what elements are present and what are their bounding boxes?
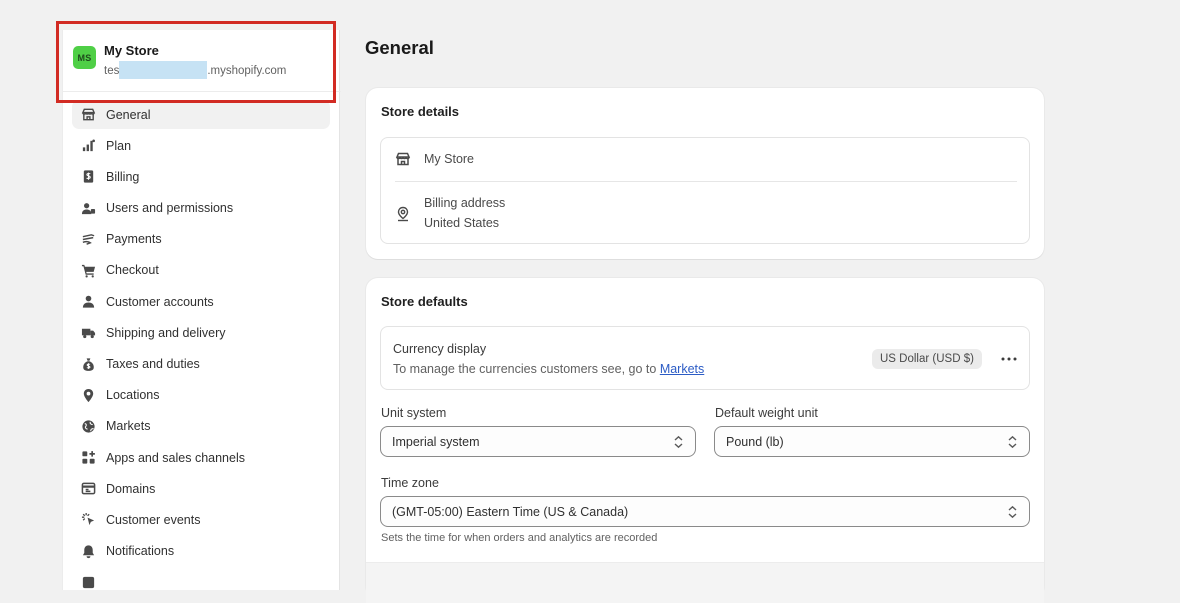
sidebar-item-label: Notifications [106, 544, 175, 559]
sidebar-item-domains[interactable]: Domains [72, 474, 330, 503]
sidebar-item-label: Customer accounts [106, 294, 214, 309]
store-details-title: Store details [381, 104, 460, 119]
sidebar-item-label: Plan [106, 138, 132, 153]
sidebar-item-label: Taxes and duties [106, 357, 200, 371]
weight-unit-label: Default weight unit [715, 406, 818, 420]
store-details-name: My Store [424, 152, 475, 166]
currency-description-text: To manage the currencies customers see, … [393, 362, 660, 376]
store-details-box[interactable]: My Store Billing address United States [380, 137, 1030, 244]
sidebar-item-label: Billing [106, 169, 140, 184]
partial-icon [80, 574, 96, 590]
weight-unit-value: Pound (lb) [726, 434, 784, 449]
users-icon [80, 200, 96, 216]
store-icon [80, 107, 96, 123]
store-domain-prefix: tes [104, 65, 120, 77]
time-zone-label: Time zone [381, 476, 439, 490]
sidebar-item-plan[interactable]: Plan [72, 131, 330, 160]
settings-nav: General Plan Billing Users and permissio… [72, 100, 330, 599]
sidebar-item-partial[interactable] [72, 568, 330, 597]
store-switcher[interactable]: MS My Store tes .myshopify.com [63, 30, 341, 92]
cart-icon [80, 262, 96, 278]
sidebar-item-label: Payments [106, 232, 162, 247]
select-chevron-icon [1008, 505, 1017, 519]
store-domain: tes .myshopify.com [104, 61, 287, 79]
sidebar-item-label: Checkout [106, 263, 159, 278]
time-zone-value: (GMT-05:00) Eastern Time (US & Canada) [392, 504, 629, 519]
unit-system-select[interactable]: Imperial system [380, 426, 696, 457]
sidebar-item-locations[interactable]: Locations [72, 381, 330, 410]
sidebar-item-label: Users and permissions [106, 201, 234, 216]
sidebar-item-customer-accounts[interactable]: Customer accounts [72, 287, 330, 316]
sidebar-item-billing[interactable]: Billing [72, 162, 330, 191]
location-pin-icon [80, 387, 96, 403]
settings-sidebar: MS My Store tes .myshopify.com General Pl… [62, 30, 341, 590]
sidebar-item-checkout[interactable]: Checkout [72, 256, 330, 285]
redacted-region [119, 61, 208, 79]
unit-system-label: Unit system [381, 406, 447, 420]
store-avatar: MS [73, 46, 96, 69]
currency-badge: US Dollar (USD $) [872, 349, 982, 369]
truck-icon [80, 325, 96, 341]
store-name: My Store [104, 43, 159, 58]
sidebar-item-markets[interactable]: Markets [72, 412, 330, 441]
location-pin-icon [395, 206, 411, 222]
cursor-sparkle-icon [80, 512, 96, 528]
weight-unit-select[interactable]: Pound (lb) [714, 426, 1030, 457]
select-chevron-icon [674, 435, 683, 449]
sidebar-item-label: Domains [106, 481, 156, 496]
sidebar-item-notifications[interactable]: Notifications [72, 537, 330, 566]
store-details-card: Store details My Store Billing address U… [366, 88, 1044, 259]
time-zone-help-text: Sets the time for when orders and analyt… [381, 532, 658, 544]
bell-icon [80, 543, 96, 559]
currency-display-title: Currency display [393, 342, 487, 356]
more-actions-button[interactable] [997, 347, 1021, 371]
person-icon [80, 294, 96, 310]
sidebar-item-taxes-and-duties[interactable]: Taxes and duties [72, 350, 330, 379]
sidebar-item-customer-events[interactable]: Customer events [72, 505, 330, 534]
store-defaults-card: Store defaults Currency display To manag… [366, 278, 1044, 603]
sidebar-item-shipping-and-delivery[interactable]: Shipping and delivery [72, 318, 330, 347]
billing-address-label: Billing address [424, 196, 506, 210]
apps-grid-icon [80, 450, 96, 466]
unit-system-value: Imperial system [392, 434, 480, 449]
sidebar-item-label: Locations [106, 388, 160, 403]
store-domain-suffix: .myshopify.com [207, 65, 287, 77]
billing-address-country: United States [424, 216, 500, 230]
globe-icon [80, 418, 96, 434]
chart-bars-icon [80, 138, 96, 154]
sidebar-item-label: Shipping and delivery [106, 325, 226, 340]
store-defaults-title: Store defaults [381, 294, 468, 309]
sidebar-item-label: Markets [106, 419, 151, 434]
page-title: General [365, 37, 434, 58]
divider [395, 181, 1017, 182]
sidebar-item-label: General [106, 107, 151, 122]
browser-window-icon [80, 481, 96, 497]
currency-display-box: Currency display To manage the currencie… [380, 326, 1030, 390]
dollar-receipt-icon [80, 169, 96, 185]
sidebar-item-label: Customer events [106, 512, 201, 527]
currency-display-description: To manage the currencies customers see, … [393, 362, 704, 376]
ellipsis-icon [1001, 357, 1017, 361]
sidebar-item-general[interactable]: General [72, 100, 330, 129]
select-chevron-icon [1008, 435, 1017, 449]
sidebar-item-users-and-permissions[interactable]: Users and permissions [72, 194, 330, 223]
payment-hand-icon [80, 231, 96, 247]
store-icon [395, 151, 411, 167]
sidebar-item-label: Apps and sales channels [106, 450, 245, 465]
markets-link[interactable]: Markets [660, 362, 704, 376]
sidebar-item-payments[interactable]: Payments [72, 225, 330, 254]
card-footer-strip [366, 562, 1044, 603]
sidebar-item-apps-and-sales-channels[interactable]: Apps and sales channels [72, 443, 330, 472]
money-bag-icon [80, 356, 96, 372]
time-zone-select[interactable]: (GMT-05:00) Eastern Time (US & Canada) [380, 496, 1030, 527]
